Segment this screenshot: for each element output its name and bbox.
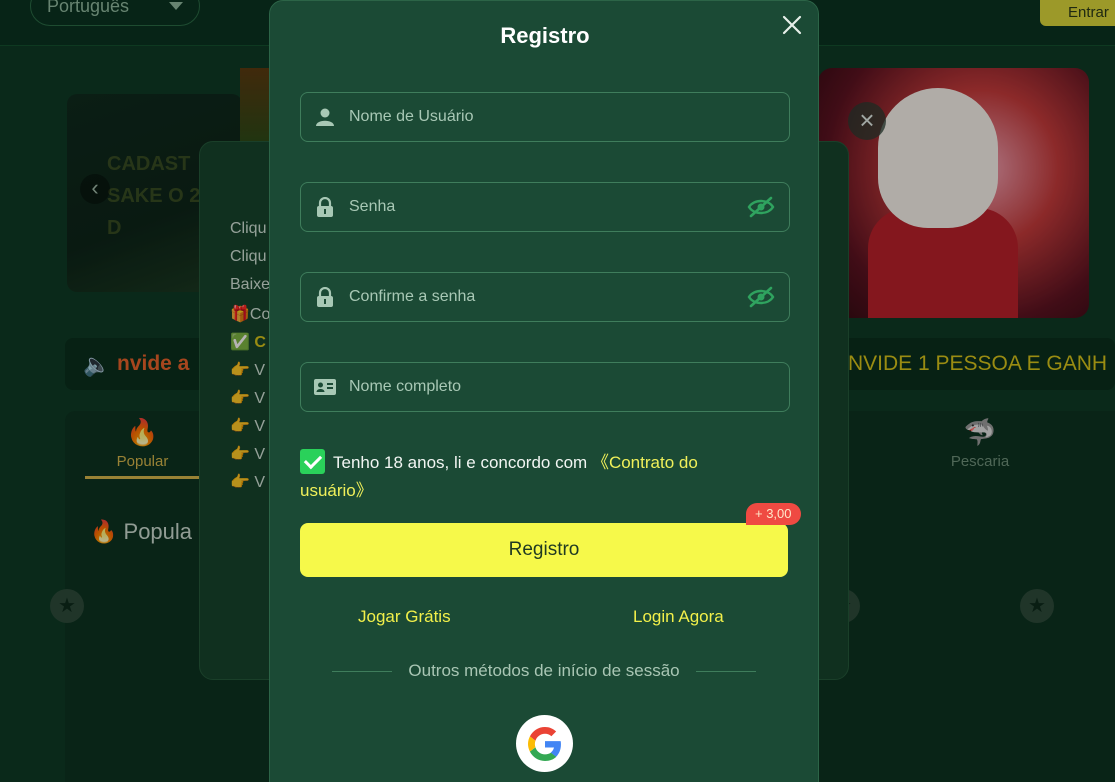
- divider: [332, 670, 393, 672]
- terms-agreement: Tenho 18 anos, li e concordo com 《Contra…: [300, 449, 760, 505]
- confirm-password-field[interactable]: [300, 272, 790, 322]
- login-link[interactable]: Login Agora: [633, 607, 724, 627]
- fullname-input[interactable]: [349, 363, 789, 411]
- eye-slash-icon[interactable]: [733, 286, 789, 308]
- password-field[interactable]: [300, 182, 790, 232]
- id-card-icon: [301, 379, 349, 395]
- other-login-methods: Outros métodos de início de sessão: [332, 661, 757, 681]
- agree-text: Tenho 18 anos, li e concordo com: [333, 453, 588, 472]
- close-icon[interactable]: [778, 13, 806, 41]
- lock-icon: [301, 287, 349, 307]
- confirm-password-input[interactable]: [349, 273, 733, 321]
- username-field[interactable]: [300, 92, 790, 142]
- google-icon: [527, 726, 561, 761]
- modal-title: Registro: [500, 23, 590, 48]
- divider: [695, 670, 757, 672]
- password-input[interactable]: [349, 183, 733, 231]
- google-login-button[interactable]: [516, 715, 573, 772]
- register-button[interactable]: Registro: [300, 523, 788, 577]
- register-modal: Registro Tenho 18 anos, li e co: [269, 0, 819, 782]
- fullname-field[interactable]: [300, 362, 790, 412]
- user-icon: [301, 107, 349, 127]
- username-input[interactable]: [349, 93, 789, 141]
- eye-slash-icon[interactable]: [733, 196, 789, 218]
- bonus-badge: + 3,00: [746, 503, 801, 525]
- lock-icon: [301, 197, 349, 217]
- other-methods-label: Outros métodos de início de sessão: [408, 661, 680, 680]
- free-play-link[interactable]: Jogar Grátis: [358, 607, 451, 627]
- terms-checkbox[interactable]: [300, 449, 325, 474]
